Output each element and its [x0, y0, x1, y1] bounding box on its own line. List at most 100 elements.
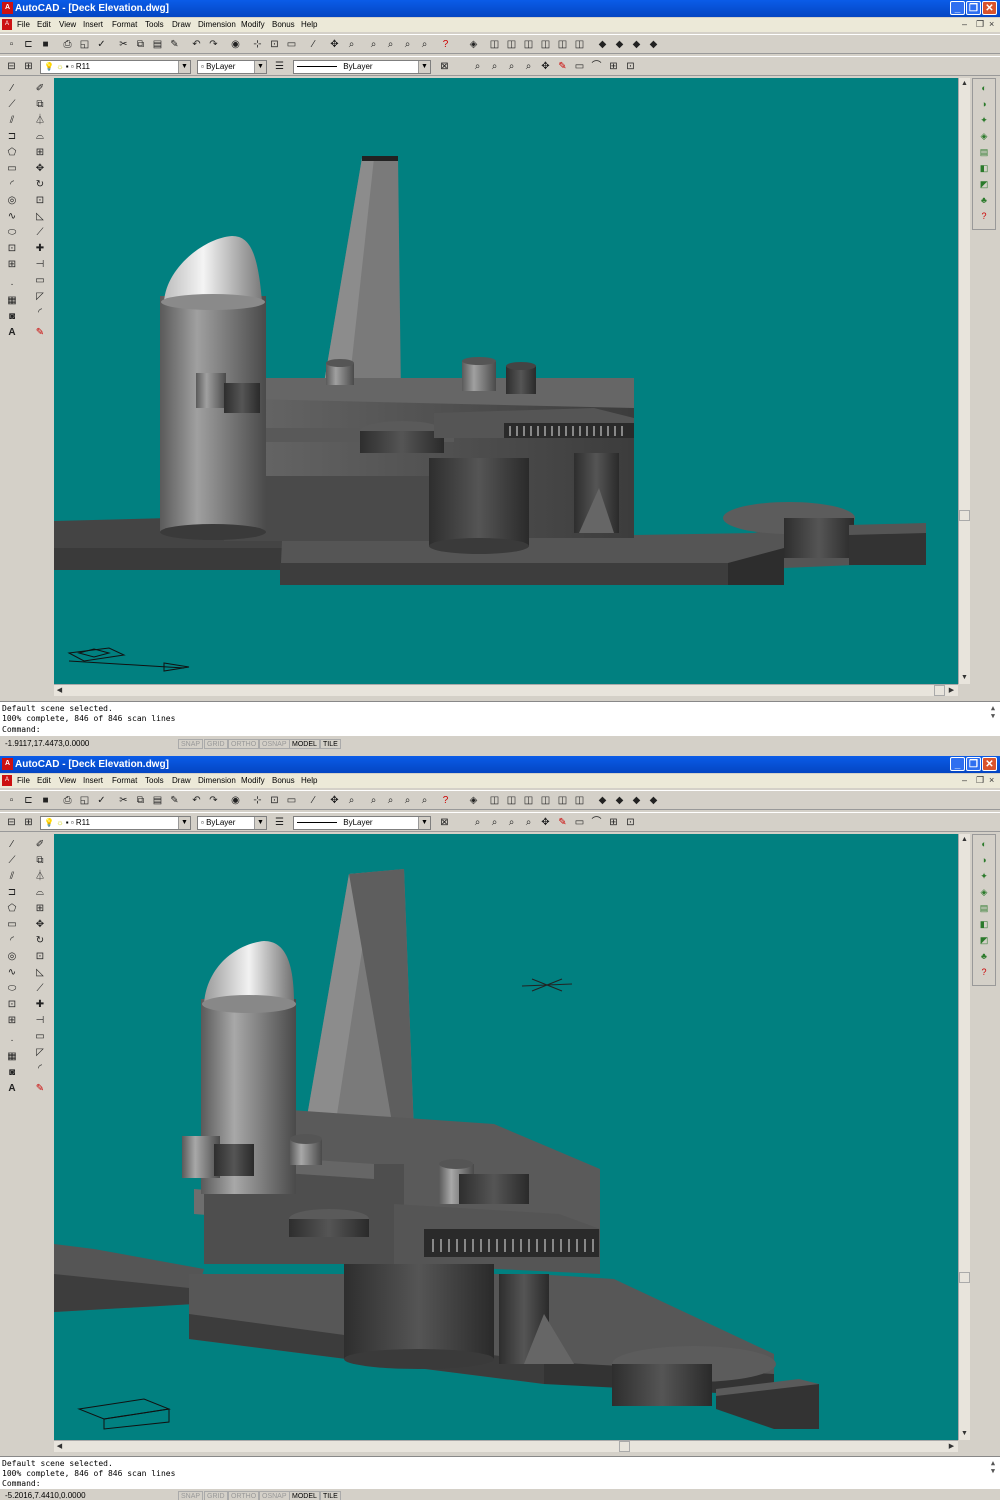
iso-sw-icon[interactable]: ◆	[595, 37, 610, 52]
explode-icon[interactable]: ✎	[33, 1082, 47, 1096]
print-icon[interactable]: ⎙	[60, 37, 75, 52]
make-block-icon[interactable]: ⊞	[5, 258, 19, 272]
iso-nw-icon[interactable]: ◆	[646, 793, 661, 808]
statistics-icon[interactable]: ?	[977, 965, 991, 979]
view-left-icon[interactable]: ◫	[521, 793, 536, 808]
view-front-icon[interactable]: ◫	[555, 793, 570, 808]
ucs-icon[interactable]: ⊡	[267, 793, 282, 808]
launch-browser-icon[interactable]: ◉	[228, 37, 243, 52]
iso-se-icon[interactable]: ◆	[612, 37, 627, 52]
menu-format[interactable]: Format	[112, 776, 137, 785]
offset-icon[interactable]: ⌓	[33, 886, 47, 900]
ortho-toggle[interactable]: ORTHO	[228, 739, 260, 749]
grid-toggle[interactable]: GRID	[204, 739, 228, 749]
open-icon[interactable]: ⊏	[21, 793, 36, 808]
break-icon[interactable]: ▭	[33, 274, 47, 288]
vertical-scrollbar[interactable]: ▲ ▼	[958, 78, 970, 684]
drawing-viewport[interactable]	[54, 78, 958, 684]
zoom-center-icon[interactable]: ⌕	[521, 815, 536, 830]
autocad-app-icon[interactable]: A	[2, 2, 13, 14]
circle-icon[interactable]: ◎	[5, 950, 19, 964]
linetype-icon[interactable]: ☰	[272, 815, 287, 830]
ellipse-icon[interactable]: ⬭	[5, 982, 19, 996]
osnap-toggle[interactable]: OSNAP	[259, 1491, 290, 1500]
arc-icon[interactable]: ⌒	[589, 59, 604, 74]
vertical-scrollbar[interactable]: ▲ ▼	[958, 834, 970, 1440]
insert-block-icon[interactable]: ⊡	[5, 998, 19, 1012]
mdi-minimize-icon[interactable]: –	[962, 19, 967, 29]
extend-icon[interactable]: ⊣	[33, 1014, 47, 1028]
offset-icon[interactable]: ⌓	[33, 130, 47, 144]
paste-icon[interactable]: ▤	[150, 793, 165, 808]
menu-draw[interactable]: Draw	[172, 20, 191, 29]
scroll-thumb[interactable]	[959, 1272, 970, 1283]
background-icon[interactable]: ◩	[977, 933, 991, 947]
autocad-app-icon[interactable]: A	[2, 758, 13, 770]
zoom-center-icon[interactable]: ⌕	[521, 59, 536, 74]
text-icon[interactable]: A	[5, 1082, 19, 1096]
pan-icon[interactable]: ✥	[327, 37, 342, 52]
iso-ne-icon[interactable]: ◆	[629, 37, 644, 52]
scroll-left-icon[interactable]: ◀	[54, 685, 65, 696]
menu-modify[interactable]: Modify	[241, 776, 265, 785]
match-properties-icon[interactable]: ✎	[167, 37, 182, 52]
spelling-icon[interactable]: ✓	[94, 37, 109, 52]
ellipse-icon[interactable]: ⬭	[5, 226, 19, 240]
minimize-icon[interactable]: _	[950, 757, 965, 771]
chevron-down-icon[interactable]: ▼	[418, 817, 430, 829]
ucs-icon[interactable]: ⊡	[267, 37, 282, 52]
zoom-window-icon[interactable]: ⌕	[366, 793, 381, 808]
zoom-previous-icon[interactable]: ⌕	[383, 793, 398, 808]
scroll-thumb[interactable]	[619, 1441, 630, 1452]
color-combo[interactable]: ▫ ByLayer ▼	[197, 60, 267, 74]
command-window[interactable]: Default scene selected. 100% complete, 8…	[0, 1456, 1000, 1489]
move-icon[interactable]: ✥	[538, 815, 553, 830]
menu-edit[interactable]: Edit	[37, 20, 51, 29]
rectangle-icon[interactable]: ▭	[5, 162, 19, 176]
pencil-icon[interactable]: ✎	[555, 59, 570, 74]
object-snap-icon[interactable]: ⊹	[250, 37, 265, 52]
rotate-icon[interactable]: ↻	[33, 934, 47, 948]
break-icon[interactable]: ▭	[33, 1030, 47, 1044]
linetype-combo[interactable]: ByLayer ▼	[293, 816, 431, 830]
zoom-scale-icon[interactable]: ⌕	[504, 815, 519, 830]
chevron-down-icon[interactable]: ▼	[254, 817, 266, 829]
array-icon[interactable]: ⊞	[33, 146, 47, 160]
view-back-icon[interactable]: ◫	[572, 793, 587, 808]
restore-icon[interactable]: ❐	[966, 757, 981, 771]
stretch-icon[interactable]: ◺	[33, 210, 47, 224]
arc-icon[interactable]: ◜	[5, 934, 19, 948]
new-icon[interactable]: ▫	[4, 37, 19, 52]
trim-icon[interactable]: ✚	[33, 242, 47, 256]
snap-toggle[interactable]: SNAP	[178, 1491, 204, 1500]
insert-block-icon[interactable]: ⊡	[623, 815, 638, 830]
redraw-icon[interactable]: ∕	[306, 37, 321, 52]
inquiry-icon[interactable]: ▭	[284, 37, 299, 52]
scroll-right-icon[interactable]: ▶	[946, 685, 957, 696]
menu-view[interactable]: View	[59, 20, 76, 29]
materials-icon[interactable]: ◈	[977, 129, 991, 143]
object-snap-icon[interactable]: ⊹	[250, 793, 265, 808]
zoom-previous-icon[interactable]: ⌕	[383, 37, 398, 52]
linetype-combo[interactable]: ByLayer ▼	[293, 60, 431, 74]
pencil-icon[interactable]: ✎	[555, 815, 570, 830]
view-left-icon[interactable]: ◫	[521, 37, 536, 52]
mirror-icon[interactable]: ⏃	[33, 114, 47, 128]
command-prompt[interactable]: Command:	[2, 1479, 41, 1489]
menu-dimension[interactable]: Dimension	[198, 776, 236, 785]
cut-icon[interactable]: ✂	[116, 793, 131, 808]
fillet-icon[interactable]: ◜	[33, 1062, 47, 1076]
close-icon[interactable]: ✕	[982, 1, 997, 15]
scroll-thumb[interactable]	[959, 510, 970, 521]
materials-icon[interactable]: ◈	[977, 885, 991, 899]
menu-file[interactable]: File	[17, 776, 30, 785]
zoom-realtime-icon[interactable]: ⌕	[344, 793, 359, 808]
mdi-restore-icon[interactable]: ❐	[976, 19, 984, 30]
chevron-down-icon[interactable]: ▼	[178, 61, 190, 73]
tile-toggle[interactable]: TILE	[320, 1491, 341, 1500]
chevron-down-icon[interactable]: ▼	[418, 61, 430, 73]
snap-toggle[interactable]: SNAP	[178, 739, 204, 749]
menu-insert[interactable]: Insert	[83, 776, 103, 785]
rectangle-icon[interactable]: ▭	[5, 918, 19, 932]
close-icon[interactable]: ✕	[982, 757, 997, 771]
